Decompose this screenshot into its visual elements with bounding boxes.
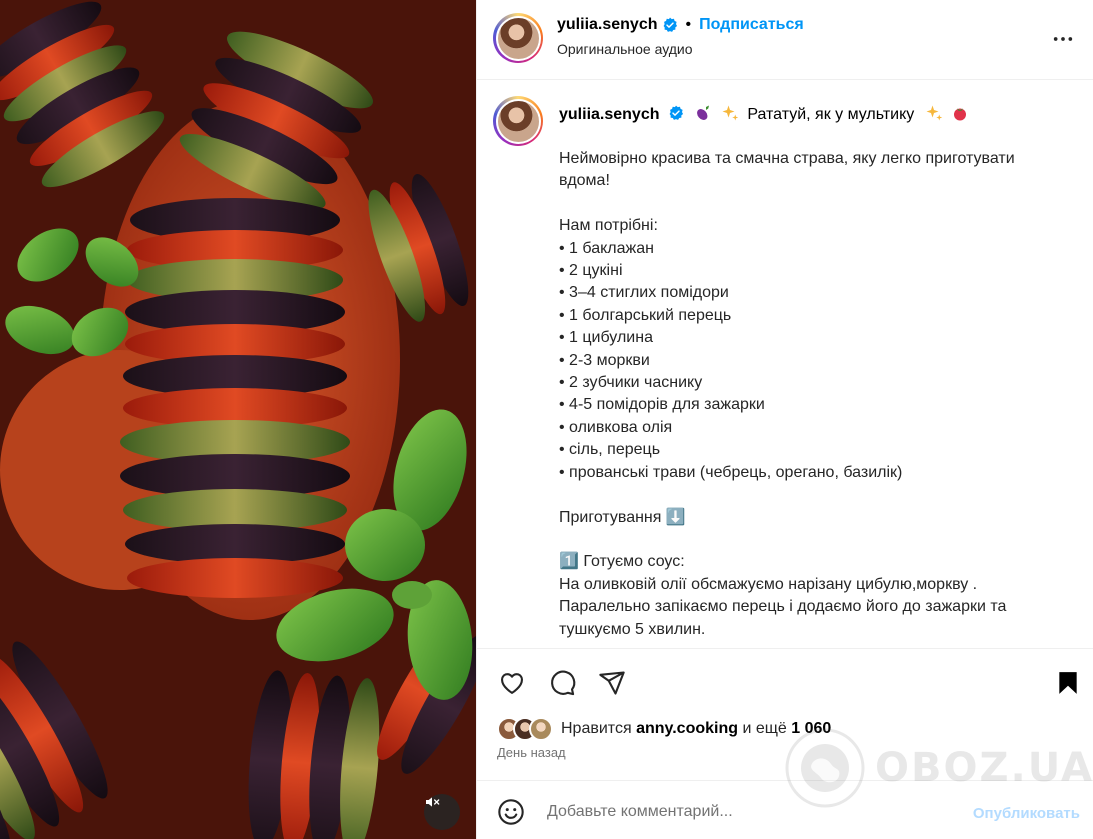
comment-icon[interactable] — [547, 669, 577, 697]
caption-author-avatar[interactable] — [493, 96, 543, 146]
likes-text: Нравится anny.cooking и ещё 1 060 — [561, 720, 831, 738]
speaker-muted-icon — [426, 797, 440, 807]
liker-avatar — [529, 717, 553, 741]
eggplant-icon — [697, 105, 710, 120]
caption-text: Неймовірно красива та смачна страва, яку… — [559, 150, 1015, 638]
caption-header: yuliia.senych Рататуй, як у мультику — [559, 104, 969, 125]
liker-username[interactable]: anny.cooking — [636, 720, 738, 737]
heart-icon[interactable] — [497, 669, 527, 697]
likes-summary[interactable]: Нравится anny.cooking и ещё 1 060 — [497, 716, 831, 742]
post-timestamp[interactable]: День назад — [497, 745, 566, 760]
comment-bar: Опубликовать — [477, 780, 1093, 839]
send-icon[interactable] — [597, 669, 627, 697]
comment-input[interactable] — [547, 803, 947, 821]
mute-button[interactable] — [424, 794, 460, 830]
tomato-icon — [954, 108, 967, 121]
post-media[interactable] — [0, 0, 476, 839]
likes-connector: и ещё — [742, 720, 787, 737]
likes-count[interactable]: 1 060 — [791, 720, 831, 737]
ratatouille-photo — [0, 0, 476, 839]
post-panel: yuliia.senych • Подписаться Оригинальное… — [476, 0, 1093, 839]
caption-username[interactable]: yuliia.senych — [559, 106, 660, 123]
bookmark-icon[interactable] — [1055, 668, 1081, 698]
verified-badge-icon — [669, 105, 684, 120]
post-comment-button[interactable]: Опубликовать — [973, 805, 1080, 822]
action-bar — [477, 648, 1093, 780]
emoji-icon[interactable] — [497, 798, 525, 826]
likes-prefix: Нравится — [561, 720, 632, 737]
sparkles-icon — [722, 105, 739, 121]
caption-title-text: Рататуй, як у мультику — [747, 106, 915, 123]
sparkles-icon — [926, 105, 942, 121]
caption-scroll-area[interactable]: yuliia.senych Рататуй, як у мультику Ней… — [477, 0, 1093, 648]
